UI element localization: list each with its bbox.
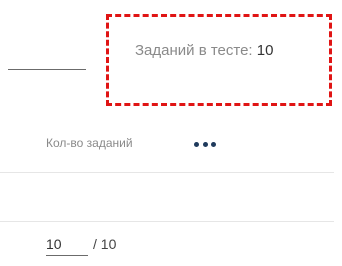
column-header-task-count: Кол-во заданий	[46, 136, 133, 150]
task-count-input[interactable]	[46, 233, 88, 256]
more-horizontal-icon	[194, 141, 199, 147]
tasks-in-test-value: 10	[256, 42, 274, 59]
highlight-callout	[106, 14, 332, 106]
row-divider	[0, 221, 334, 222]
field-underline	[8, 69, 86, 70]
tasks-in-test-summary: Заданий в тесте: 10	[135, 42, 273, 59]
more-horizontal-icon	[202, 141, 208, 147]
more-horizontal-icon	[211, 141, 216, 147]
tasks-in-test-label: Заданий в тесте:	[135, 42, 253, 59]
row-divider	[0, 172, 334, 173]
more-options-button[interactable]	[194, 137, 216, 151]
task-count-total: / 10	[93, 236, 117, 252]
